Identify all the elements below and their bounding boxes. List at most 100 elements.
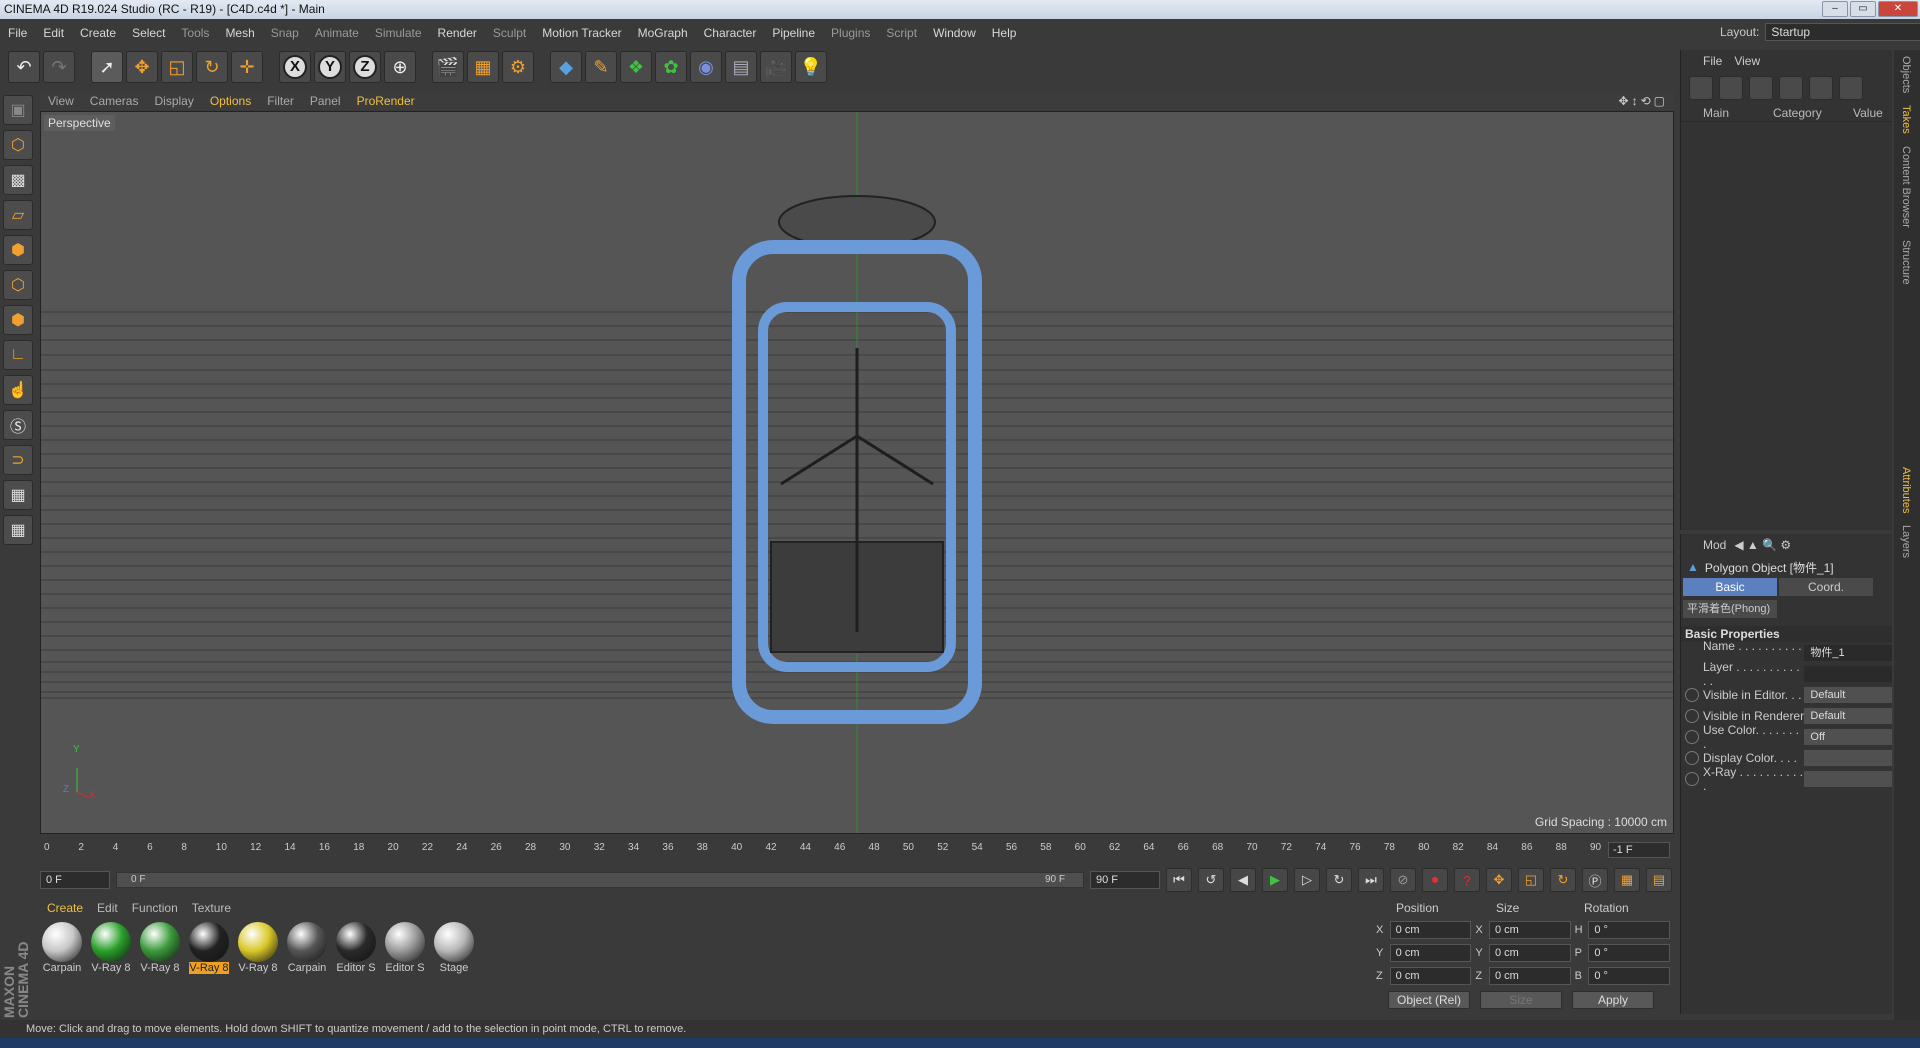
menu-create[interactable]: Create xyxy=(72,26,124,40)
live-selection-icon[interactable]: ➚ xyxy=(91,51,123,83)
column-main[interactable]: Main xyxy=(1681,106,1767,120)
record-parameter-icon[interactable]: Ⓟ xyxy=(1582,868,1608,892)
side-tab-attributes[interactable]: Attributes xyxy=(1894,461,1918,519)
menu-sculpt[interactable]: Sculpt xyxy=(485,26,534,40)
workplane-icon[interactable]: ▱ xyxy=(3,200,33,230)
coordinate-mode-dropdown[interactable]: Object (Rel) xyxy=(1388,991,1470,1009)
perspective-viewport[interactable]: Perspective Y X Z Grid Spacing : 10000 c… xyxy=(40,111,1674,834)
size-field[interactable]: 0 cm xyxy=(1489,943,1571,962)
play-icon[interactable]: ▶ xyxy=(1262,868,1288,892)
take-override-icon[interactable] xyxy=(1719,76,1743,100)
size-field[interactable]: 0 cm xyxy=(1489,966,1571,985)
model-mode-icon[interactable]: ⬡ xyxy=(3,130,33,160)
property-value[interactable]: Default xyxy=(1804,707,1892,724)
animate-radio-icon[interactable] xyxy=(1685,771,1699,786)
camera-icon[interactable]: 🎥 xyxy=(760,51,792,83)
z-axis-lock-icon[interactable]: Z xyxy=(349,51,381,83)
object-menu-file[interactable]: File xyxy=(1703,54,1722,68)
menu-pipeline[interactable]: Pipeline xyxy=(764,26,823,40)
material-item[interactable]: V-Ray 8 xyxy=(89,922,133,986)
solo-icon[interactable]: Ⓢ xyxy=(3,410,33,440)
position-field[interactable]: 0 cm xyxy=(1389,943,1472,962)
material-item[interactable]: Stage xyxy=(432,922,476,986)
material-item[interactable]: Editor S xyxy=(383,922,427,986)
planar-workplane-icon[interactable]: ▦ xyxy=(3,515,33,545)
rotation-field[interactable]: 0 ° xyxy=(1588,966,1670,985)
apply-button[interactable]: Apply xyxy=(1572,991,1654,1009)
viewport-menu-panel[interactable]: Panel xyxy=(302,94,349,108)
material-item[interactable]: V-Ray 8 xyxy=(138,922,182,986)
tab-phong[interactable]: 平滑着色(Phong) xyxy=(1683,600,1777,618)
side-tab-layers[interactable]: Layers xyxy=(1894,519,1918,564)
viewport-menu-view[interactable]: View xyxy=(40,94,82,108)
side-tab-structure[interactable]: Structure xyxy=(1894,234,1918,291)
go-to-end-icon[interactable]: ⏭ xyxy=(1358,868,1384,892)
axis-mode-icon[interactable]: ∟ xyxy=(3,340,33,370)
property-value[interactable]: Default xyxy=(1804,686,1892,703)
current-frame-field[interactable]: 0 F xyxy=(40,871,110,889)
side-tab-content-browser[interactable]: Content Browser xyxy=(1894,140,1918,234)
cube-icon[interactable]: ◆ xyxy=(550,51,582,83)
minimize-button[interactable]: – xyxy=(1822,1,1848,17)
timeline-end-field[interactable]: -1 F xyxy=(1608,842,1670,858)
make-editable-icon[interactable]: ▣ xyxy=(3,95,33,125)
menu-plugins[interactable]: Plugins xyxy=(823,26,878,40)
tab-coord[interactable]: Coord. xyxy=(1779,578,1873,596)
previous-key-icon[interactable]: ↺ xyxy=(1198,868,1224,892)
menu-script[interactable]: Script xyxy=(878,26,925,40)
size-mode-dropdown[interactable]: Size xyxy=(1480,991,1562,1009)
property-value[interactable]: 物件_1 xyxy=(1804,644,1892,661)
auto-take-icon[interactable] xyxy=(1749,76,1773,100)
animate-radio-icon[interactable] xyxy=(1685,708,1699,723)
record-position-icon[interactable]: ✥ xyxy=(1486,868,1512,892)
close-button[interactable]: ✕ xyxy=(1878,1,1918,17)
texture-mode-icon[interactable]: ▩ xyxy=(3,165,33,195)
previous-frame-icon[interactable]: ◀ xyxy=(1230,868,1256,892)
viewport-menu-display[interactable]: Display xyxy=(146,94,201,108)
menu-snap[interactable]: Snap xyxy=(263,26,307,40)
menu-tools[interactable]: Tools xyxy=(173,26,217,40)
max-frame-field[interactable]: 90 F xyxy=(1090,871,1160,889)
position-field[interactable]: 0 cm xyxy=(1389,920,1472,939)
move-tool-icon[interactable]: ✥ xyxy=(126,51,158,83)
viewport-menu-prorender[interactable]: ProRender xyxy=(349,94,423,108)
frame-range-slider[interactable]: 0 F 90 F xyxy=(116,872,1084,888)
menu-motion-tracker[interactable]: Motion Tracker xyxy=(534,26,629,40)
override-groups-icon[interactable] xyxy=(1839,76,1863,100)
polygons-mode-icon[interactable]: ⬢ xyxy=(3,305,33,335)
material-item[interactable]: V-Ray 8 xyxy=(236,922,280,986)
material-item[interactable]: Editor S xyxy=(334,922,378,986)
viewport-menu-options[interactable]: Options xyxy=(202,94,259,108)
viewport-menu-filter[interactable]: Filter xyxy=(259,94,302,108)
lock-take-icon[interactable] xyxy=(1779,76,1803,100)
material-menu-edit[interactable]: Edit xyxy=(90,901,125,915)
menu-animate[interactable]: Animate xyxy=(307,26,367,40)
property-value[interactable] xyxy=(1804,749,1892,766)
position-field[interactable]: 0 cm xyxy=(1389,966,1472,985)
render-to-picture-viewer-icon[interactable]: ▦ xyxy=(467,51,499,83)
material-menu-texture[interactable]: Texture xyxy=(185,901,238,915)
coordinate-system-icon[interactable]: ⊕ xyxy=(384,51,416,83)
pen-spline-icon[interactable]: ✎ xyxy=(585,51,617,83)
size-field[interactable]: 0 cm xyxy=(1489,920,1571,939)
menu-window[interactable]: Window xyxy=(925,26,984,40)
material-menu-function[interactable]: Function xyxy=(125,901,185,915)
deformer-icon[interactable]: ◉ xyxy=(690,51,722,83)
record-pla-icon[interactable]: ▦ xyxy=(1614,868,1640,892)
property-value[interactable] xyxy=(1804,665,1892,682)
render-take-icon[interactable] xyxy=(1809,76,1833,100)
render-settings-icon[interactable]: ⚙ xyxy=(502,51,534,83)
property-value[interactable] xyxy=(1804,770,1892,787)
y-axis-lock-icon[interactable]: Y xyxy=(314,51,346,83)
points-mode-icon[interactable]: ⬢ xyxy=(3,235,33,265)
column-category[interactable]: Category xyxy=(1767,106,1849,120)
rotation-field[interactable]: 0 ° xyxy=(1588,920,1670,939)
animate-radio-icon[interactable] xyxy=(1685,687,1699,702)
x-axis-lock-icon[interactable]: X xyxy=(279,51,311,83)
keyframe-selection-icon[interactable]: ? xyxy=(1454,868,1480,892)
material-item[interactable]: Carpain xyxy=(40,922,84,986)
autokey-icon[interactable]: ⏺ xyxy=(1422,868,1448,892)
lock-workplane-icon[interactable]: ▦ xyxy=(3,480,33,510)
column-value[interactable]: Value xyxy=(1849,106,1883,120)
material-item[interactable]: Carpain xyxy=(285,922,329,986)
